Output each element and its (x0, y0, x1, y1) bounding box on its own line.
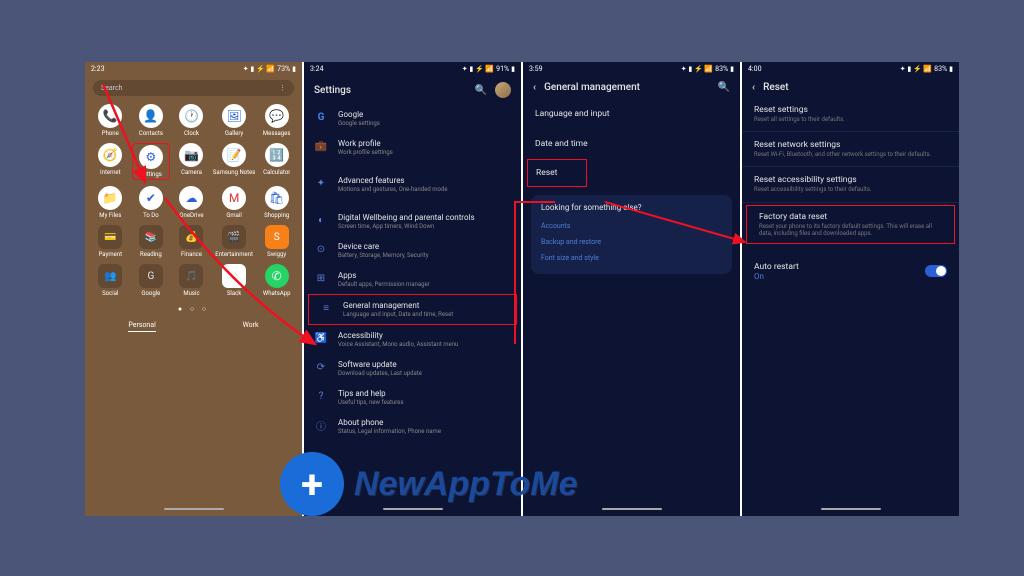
row-auto-restart[interactable]: Auto restart On (742, 254, 959, 289)
folder-entertainment[interactable]: 🎬Entertainment (213, 225, 256, 258)
back-icon[interactable]: ‹ (752, 82, 755, 93)
row-reset-settings[interactable]: Reset settings Reset all settings to the… (742, 99, 959, 129)
nav-pill[interactable] (821, 508, 881, 511)
reset-header: ‹ Reset (742, 76, 959, 99)
app-contacts[interactable]: 👤Contacts (132, 104, 171, 137)
app-shopping[interactable]: 🛍Shopping (257, 186, 296, 219)
settings-header: Settings 🔍 (304, 76, 521, 104)
general-management-screen: 3:59 ✦ ▮ ⚡ 📶 83%▮ ‹ General management 🔍… (523, 62, 740, 516)
folder-google[interactable]: GGoogle (132, 264, 171, 297)
row-reset-network[interactable]: Reset network settings Reset Wi-Fi, Blue… (742, 134, 959, 164)
back-icon[interactable]: ‹ (533, 82, 536, 93)
watermark-text: NewAppToMe (354, 465, 578, 504)
divider (742, 202, 959, 203)
folder-reading[interactable]: 📚Reading (132, 225, 171, 258)
gm-header: ‹ General management 🔍 (523, 76, 740, 99)
row-device-care[interactable]: ⊙Device careBattery, Storage, Memory, Se… (304, 236, 521, 265)
settings-screen: 3:24 ✦ ▮ ⚡ 📶 91%▮ Settings 🔍 GGoogleGoog… (304, 62, 521, 516)
status-bar: 3:59 ✦ ▮ ⚡ 📶 83%▮ (523, 62, 740, 76)
row-general-management[interactable]: ≡General managementLanguage and input, D… (309, 295, 516, 324)
status-bar: 3:24 ✦ ▮ ⚡ 📶 91%▮ (304, 62, 521, 76)
app-settings-highlighted[interactable]: ⚙Settings (132, 143, 171, 180)
app-gallery[interactable]: 🖼Gallery (213, 104, 256, 137)
row-datetime[interactable]: Date and time (523, 129, 740, 159)
clock-text: 3:59 (529, 65, 543, 73)
status-icons: ✦ ▮ ⚡ 📶 73%▮ (243, 65, 296, 73)
search-input[interactable]: Search ⋮ (93, 80, 294, 96)
row-reset[interactable]: Reset (528, 160, 586, 186)
folder-social[interactable]: 👥Social (91, 264, 130, 297)
watermark: + NewAppToMe (280, 452, 578, 516)
row-google[interactable]: GGoogleGoogle settings (304, 104, 521, 133)
divider (742, 166, 959, 167)
home-screen: 2:23 ✦ ▮ ⚡ 📶 73%▮ Search ⋮ 📞Phone 👤Conta… (85, 62, 302, 516)
app-camera[interactable]: 📷Camera (172, 143, 211, 180)
status-icons: ✦ ▮ ⚡ 📶 83%▮ (900, 65, 953, 73)
app-onedrive[interactable]: ☁OneDrive (172, 186, 211, 219)
row-wellbeing[interactable]: ◐Digital Wellbeing and parental controls… (304, 207, 521, 236)
profile-avatar[interactable] (495, 82, 511, 98)
status-icons: ✦ ▮ ⚡ 📶 83%▮ (681, 65, 734, 73)
more-icon[interactable]: ⋮ (279, 84, 286, 92)
app-whatsapp[interactable]: ✆WhatsApp (257, 264, 296, 297)
app-phone[interactable]: 📞Phone (91, 104, 130, 137)
app-gmail[interactable]: MGmail (213, 186, 256, 219)
tab-work[interactable]: Work (243, 321, 259, 332)
search-icon[interactable]: 🔍 (718, 82, 730, 93)
folder-finance[interactable]: 💰Finance (172, 225, 211, 258)
row-apps[interactable]: ⊞AppsDefault apps, Permission manager (304, 265, 521, 294)
settings-title: Settings (314, 85, 351, 96)
row-work-profile[interactable]: 💼Work profileWork profile settings (304, 133, 521, 162)
page-indicator: ● ○ ○ (85, 305, 302, 313)
link-backup[interactable]: Backup and restore (541, 234, 722, 250)
app-slack[interactable]: ⧉Slack (213, 264, 256, 297)
link-fonts[interactable]: Font size and style (541, 250, 722, 266)
app-messages[interactable]: 💬Messages (257, 104, 296, 137)
search-icon[interactable]: 🔍 (475, 85, 487, 96)
screenshots-row: 2:23 ✦ ▮ ⚡ 📶 73%▮ Search ⋮ 📞Phone 👤Conta… (85, 62, 959, 516)
app-swiggy[interactable]: SSwiggy (257, 225, 296, 258)
nav-pill[interactable] (164, 508, 224, 511)
row-tips[interactable]: ?Tips and helpUseful tips, new features (304, 383, 521, 412)
app-myfiles[interactable]: 📁My Files (91, 186, 130, 219)
row-language[interactable]: Language and input (523, 99, 740, 129)
row-accessibility[interactable]: ♿AccessibilityVoice Assistant, Mono audi… (304, 325, 521, 354)
highlight-factory-reset: Factory data reset Reset your phone to i… (746, 205, 955, 244)
gm-title: General management (544, 82, 640, 93)
home-tabs: Personal Work (85, 321, 302, 332)
app-internet[interactable]: 🧭Internet (91, 143, 130, 180)
watermark-logo: + (280, 452, 344, 516)
toggle-switch[interactable] (925, 265, 947, 277)
reset-title: Reset (763, 82, 788, 93)
search-placeholder: Search (101, 84, 123, 92)
row-factory-reset[interactable]: Factory data reset Reset your phone to i… (747, 206, 954, 243)
app-grid: 📞Phone 👤Contacts 🕐Clock 🖼Gallery 💬Messag… (85, 100, 302, 301)
highlight-general-management: ≡General managementLanguage and input, D… (308, 294, 517, 325)
settings-list: GGoogleGoogle settings 💼Work profileWork… (304, 104, 521, 441)
panel-heading: Looking for something else? (541, 203, 722, 212)
reset-screen: 4:00 ✦ ▮ ⚡ 📶 83%▮ ‹ Reset Reset settings… (742, 62, 959, 516)
folder-payment[interactable]: 💳Payment (91, 225, 130, 258)
row-about-phone[interactable]: ⓘAbout phoneStatus, Legal information, P… (304, 412, 521, 441)
app-calculator[interactable]: 🔢Calculator (257, 143, 296, 180)
looking-for-panel: Looking for something else? Accounts Bac… (531, 195, 732, 274)
row-advanced[interactable]: ✦Advanced featuresMotions and gestures, … (304, 170, 521, 199)
app-todo[interactable]: ✔To Do (132, 186, 171, 219)
app-notes[interactable]: 📝Samsung Notes (213, 143, 256, 180)
highlight-reset: Reset (527, 159, 587, 187)
clock-text: 4:00 (748, 65, 762, 73)
status-bar: 4:00 ✦ ▮ ⚡ 📶 83%▮ (742, 62, 959, 76)
status-bar: 2:23 ✦ ▮ ⚡ 📶 73%▮ (85, 62, 302, 76)
row-reset-accessibility[interactable]: Reset accessibility settings Reset acces… (742, 169, 959, 199)
row-software-update[interactable]: ⟳Software updateDownload updates, Last u… (304, 354, 521, 383)
clock-text: 2:23 (91, 65, 105, 73)
tab-personal[interactable]: Personal (128, 321, 155, 332)
folder-music[interactable]: 🎵Music (172, 264, 211, 297)
clock-text: 3:24 (310, 65, 324, 73)
link-accounts[interactable]: Accounts (541, 218, 722, 234)
status-icons: ✦ ▮ ⚡ 📶 91%▮ (462, 65, 515, 73)
divider (742, 131, 959, 132)
app-clock[interactable]: 🕐Clock (172, 104, 211, 137)
nav-pill[interactable] (602, 508, 662, 511)
